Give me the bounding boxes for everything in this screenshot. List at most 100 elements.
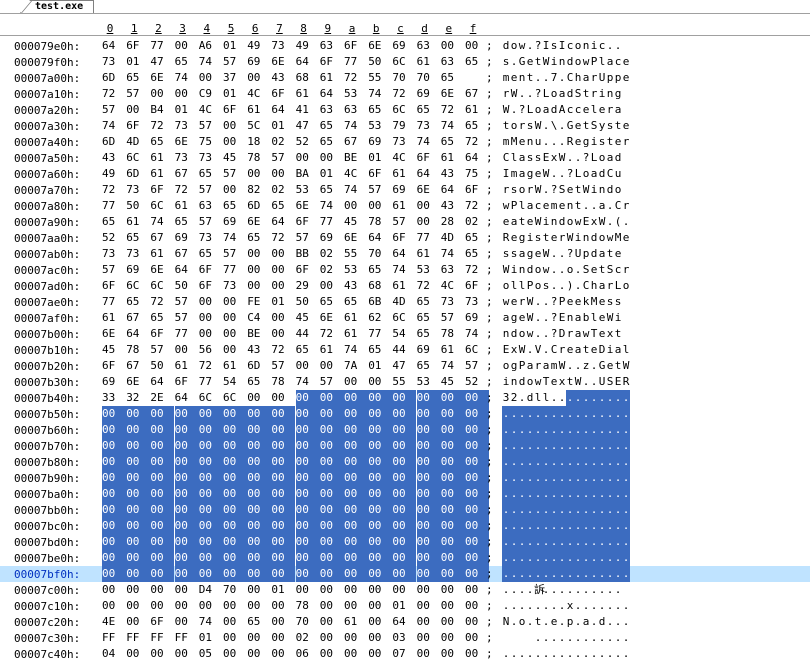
hex-byte[interactable]: BA	[296, 166, 320, 182]
hex-byte[interactable]: 00	[368, 614, 392, 630]
hex-byte[interactable]: 00	[271, 550, 296, 566]
hex-byte[interactable]: 75	[199, 134, 223, 150]
hex-byte[interactable]: 00	[126, 582, 150, 598]
hex-byte[interactable]: 00	[126, 534, 151, 550]
hex-byte[interactable]: 74	[417, 134, 441, 150]
hex-byte[interactable]: C9	[199, 86, 223, 102]
row-ascii[interactable]: ExW.V.CreateDial	[502, 342, 630, 358]
hex-byte[interactable]: 00	[271, 246, 295, 262]
hex-byte[interactable]: 53	[344, 86, 368, 102]
hex-byte[interactable]: 64	[271, 214, 295, 230]
hex-byte[interactable]: 78	[247, 150, 271, 166]
row-ascii[interactable]: ................	[502, 486, 630, 502]
hex-byte[interactable]: 6E	[296, 198, 320, 214]
hex-byte[interactable]: 65	[417, 326, 441, 342]
hex-byte[interactable]: 00	[368, 502, 393, 518]
hex-byte[interactable]: 00	[247, 550, 272, 566]
hex-byte[interactable]: 00	[392, 534, 417, 550]
hex-byte[interactable]: 00	[344, 502, 368, 518]
hex-byte[interactable]: 6E	[102, 326, 126, 342]
hex-byte[interactable]: 69	[126, 262, 150, 278]
hex-byte[interactable]: 57	[102, 262, 126, 278]
hex-row[interactable]: 00007bd0h: 00 00 00 00 00 00 00 00 00 00 00 00 00 00 00…	[0, 534, 810, 550]
hex-byte[interactable]: 6E	[320, 310, 344, 326]
hex-byte[interactable]: 6F	[392, 230, 416, 246]
hex-byte[interactable]: 57	[223, 166, 247, 182]
hex-byte[interactable]: 00	[440, 422, 465, 438]
hex-byte[interactable]: 00	[126, 454, 151, 470]
hex-byte[interactable]: 65	[175, 54, 199, 70]
hex-byte[interactable]: 6F	[199, 262, 223, 278]
hex-byte[interactable]: 00	[416, 422, 441, 438]
hex-byte[interactable]: 03	[392, 630, 416, 646]
hex-byte[interactable]: 50	[368, 54, 392, 70]
hex-byte[interactable]: 00	[392, 454, 417, 470]
hex-byte[interactable]: 73	[126, 182, 150, 198]
row-ascii[interactable]: rsorW.?SetWindo	[502, 182, 622, 198]
hex-byte[interactable]: 00	[295, 566, 320, 582]
hex-row[interactable]: 00007a40h: 6D 4D 65 6E 75 00 18 02 52 65 67 69 73 74 65…	[0, 134, 810, 150]
hex-byte[interactable]: 00	[198, 486, 223, 502]
hex-byte[interactable]: 53	[368, 118, 392, 134]
hex-byte[interactable]: 74	[102, 118, 126, 134]
hex-byte[interactable]: 65	[368, 342, 392, 358]
hex-byte[interactable]: 01	[271, 294, 295, 310]
hex-byte[interactable]: 00	[198, 422, 223, 438]
hex-byte[interactable]: 00	[319, 518, 344, 534]
hex-byte[interactable]: 32	[126, 390, 150, 406]
hex-byte[interactable]: 00	[392, 422, 417, 438]
hex-byte[interactable]: 00	[223, 502, 247, 518]
hex-byte[interactable]: 00	[319, 390, 344, 406]
row-ascii[interactable]: 32.dll..........	[502, 390, 630, 406]
hex-byte[interactable]: 43	[102, 150, 126, 166]
hex-byte[interactable]: 00	[417, 582, 441, 598]
hex-byte[interactable]: 6E	[271, 54, 295, 70]
hex-byte[interactable]: 6D	[126, 166, 150, 182]
hex-byte[interactable]: 00	[126, 422, 151, 438]
hex-byte[interactable]: 00	[344, 646, 368, 662]
hex-byte[interactable]: 65	[247, 614, 271, 630]
hex-byte[interactable]: 72	[417, 278, 441, 294]
hex-byte[interactable]: 00	[199, 294, 223, 310]
hex-byte[interactable]: 00	[198, 470, 223, 486]
hex-byte[interactable]: 4C	[247, 86, 271, 102]
hex-row[interactable]: 00007ae0h: 77 65 72 57 00 00 FE 01 50 65 65 6B 4D 65 73…	[0, 294, 810, 310]
hex-byte[interactable]: 74	[150, 214, 174, 230]
row-ascii[interactable]: ssageW..?Update	[502, 246, 622, 262]
hex-byte[interactable]: 00	[247, 454, 272, 470]
hex-byte[interactable]: 00	[223, 342, 247, 358]
hex-byte[interactable]: 00	[271, 502, 296, 518]
hex-row[interactable]: 000079e0h: 64 6F 77 00 A6 01 49 73 49 63 6F 6E 69 63 00…	[0, 38, 810, 54]
hex-byte[interactable]: 00	[392, 550, 417, 566]
hex-byte[interactable]: 00	[271, 310, 295, 326]
hex-byte[interactable]: 6C	[150, 198, 174, 214]
hex-byte[interactable]: 6F	[126, 118, 150, 134]
hex-byte[interactable]: 65	[247, 374, 271, 390]
hex-byte[interactable]: 78	[368, 214, 392, 230]
hex-byte[interactable]: 43	[344, 278, 368, 294]
hex-byte[interactable]: 00	[247, 166, 271, 182]
hex-byte[interactable]: 00	[319, 422, 344, 438]
hex-byte[interactable]: 00	[150, 454, 175, 470]
hex-byte[interactable]: D4	[199, 582, 223, 598]
hex-row[interactable]: 00007b00h: 6E 64 6F 77 00 00 BE 00 44 72 61 77 54 65 78…	[0, 326, 810, 342]
hex-byte[interactable]: 6E	[150, 70, 174, 86]
hex-byte[interactable]: 00	[271, 534, 296, 550]
hex-byte[interactable]: 63	[417, 38, 441, 54]
hex-byte[interactable]: 01	[126, 54, 150, 70]
hex-byte[interactable]: 68	[368, 278, 392, 294]
row-ascii[interactable]: wPlacement..a.Cr	[502, 198, 630, 214]
hex-byte[interactable]: 00	[150, 534, 175, 550]
hex-byte[interactable]: 65	[417, 358, 441, 374]
hex-byte[interactable]: 65	[320, 134, 344, 150]
hex-byte[interactable]: 00	[320, 630, 344, 646]
hex-byte[interactable]: 69	[320, 230, 344, 246]
hex-byte[interactable]: 67	[175, 166, 199, 182]
hex-byte[interactable]: 00	[440, 390, 465, 406]
hex-byte[interactable]: 72	[150, 118, 174, 134]
hex-byte[interactable]: 6F	[150, 614, 174, 630]
hex-byte[interactable]: 64	[417, 166, 441, 182]
hex-byte[interactable]: 6C	[392, 54, 416, 70]
hex-byte[interactable]: 00	[271, 646, 295, 662]
hex-byte[interactable]: 61	[320, 342, 344, 358]
